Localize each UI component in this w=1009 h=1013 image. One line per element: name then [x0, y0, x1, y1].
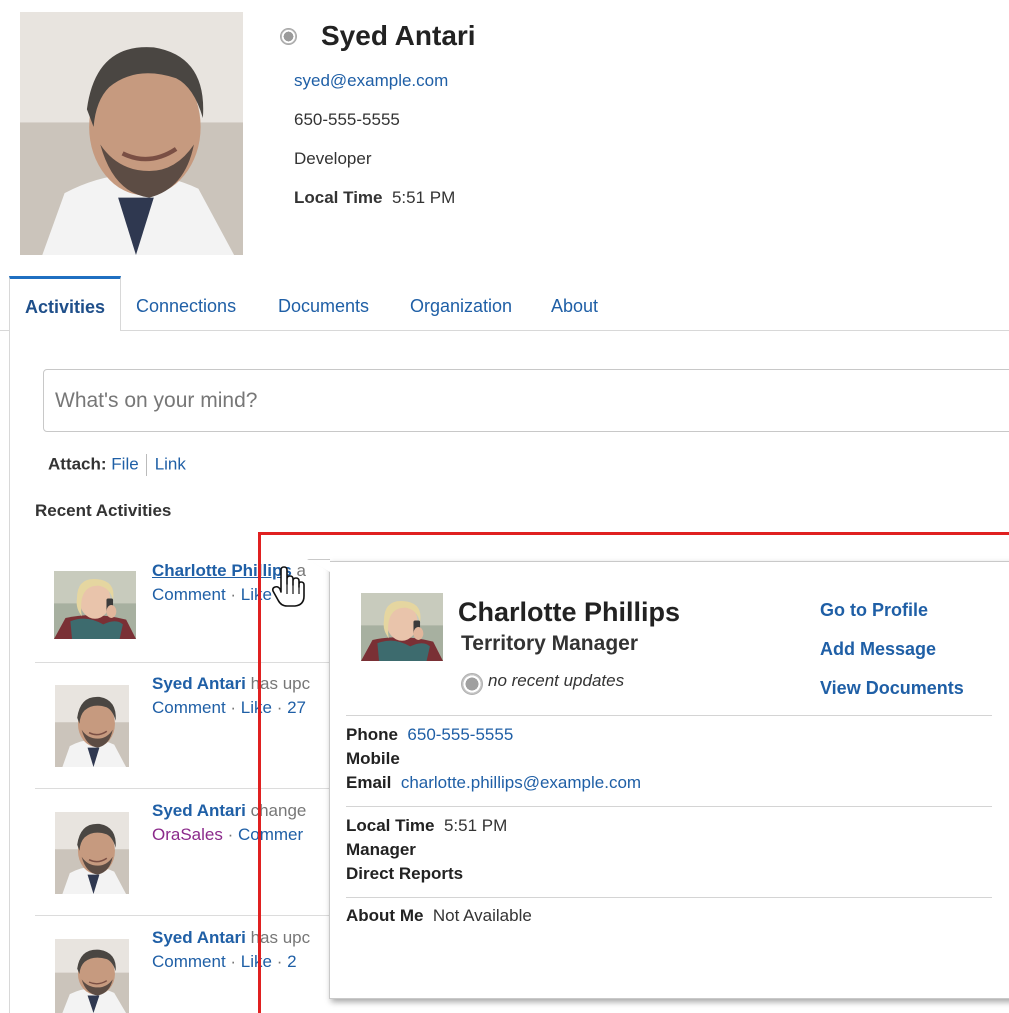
group-link[interactable]: OraSales: [152, 825, 223, 844]
attach-link-link[interactable]: Link: [155, 454, 186, 473]
view-documents-link[interactable]: View Documents: [820, 678, 964, 699]
tab-documents[interactable]: Documents: [278, 296, 369, 317]
comment-link[interactable]: Comment: [152, 952, 226, 971]
presence-status-icon: [280, 28, 297, 45]
attach-row: Attach: File Link: [48, 454, 186, 476]
go-to-profile-link[interactable]: Go to Profile: [820, 600, 928, 621]
about-label: About Me: [346, 906, 424, 925]
direct-reports-label: Direct Reports: [346, 864, 464, 883]
recent-activities-heading: Recent Activities: [35, 501, 172, 520]
activity-text: Syed Antari has upc Comment · Like · 27: [152, 674, 311, 717]
attach-label: Attach:: [48, 454, 107, 474]
comment-link[interactable]: Comment: [152, 585, 226, 604]
phone-value-link[interactable]: 650-555-5555: [407, 725, 513, 744]
status-update-input[interactable]: What's on your mind?: [43, 369, 1009, 432]
popup-avatar: [361, 593, 443, 661]
activity-avatar: [55, 939, 129, 1013]
like-link[interactable]: Like: [241, 698, 272, 717]
activity-avatar: [55, 685, 129, 767]
hand-pointer-cursor-icon: [270, 566, 306, 608]
profile-email-link[interactable]: syed@example.com: [294, 71, 448, 91]
highlight-outline-left: [258, 532, 261, 1013]
popup-name: Charlotte Phillips: [458, 597, 681, 627]
local-time-value: 5:51 PM: [443, 816, 508, 835]
popup-mobile-row: Mobile: [346, 749, 400, 769]
tab-organization[interactable]: Organization: [410, 296, 512, 317]
activity-avatar: [55, 812, 129, 894]
popup-direct-reports-row: Direct Reports: [346, 864, 463, 884]
local-time-label: Local Time: [294, 188, 383, 207]
add-message-link[interactable]: Add Message: [820, 639, 936, 660]
profile-title: Developer: [294, 149, 372, 168]
attach-divider: [145, 454, 147, 476]
tab-about[interactable]: About: [551, 296, 598, 317]
highlight-outline-top: [258, 532, 1009, 535]
popup-divider: [346, 806, 992, 807]
activity-actor-link[interactable]: Syed Antari: [152, 928, 246, 947]
popup-localtime-row: Local Time 5:51 PM: [346, 816, 507, 836]
local-time-value: 5:51 PM: [391, 188, 456, 207]
manager-label: Manager: [346, 840, 416, 859]
profile-name: Syed Antari: [321, 20, 476, 51]
comment-link[interactable]: Comment: [152, 698, 226, 717]
tab-bar: Connections Documents Organization About: [0, 276, 1009, 331]
activity-text: Syed Antari has upc Comment · Like · 2: [152, 928, 311, 971]
popup-divider: [346, 715, 992, 716]
phone-label: Phone: [346, 725, 398, 744]
popup-manager-row: Manager: [346, 840, 416, 860]
activity-actor-link[interactable]: Syed Antari: [152, 674, 246, 693]
about-value: Not Available: [432, 906, 532, 925]
like-link[interactable]: Like: [241, 952, 272, 971]
activity-text: Syed Antari change OraSales · Commer: [152, 801, 307, 844]
local-time-label: Local Time: [346, 816, 435, 835]
popup-email-row: Email charlotte.phillips@example.com: [346, 773, 641, 793]
email-value-link[interactable]: charlotte.phillips@example.com: [401, 773, 641, 792]
profile-photo: [20, 12, 243, 255]
tab-connections[interactable]: Connections: [136, 296, 236, 317]
attach-file-link[interactable]: File: [111, 454, 138, 473]
tab-activities[interactable]: Activities: [9, 276, 121, 331]
activity-actor-link[interactable]: Syed Antari: [152, 801, 246, 820]
popup-status-text: no recent updates: [488, 671, 625, 690]
popup-role: Territory Manager: [461, 632, 638, 655]
popup-phone-row: Phone 650-555-5555: [346, 725, 513, 745]
presence-status-icon: [461, 673, 483, 695]
profile-phone: 650-555-5555: [294, 110, 400, 129]
popup-divider: [346, 897, 992, 898]
profile-local-time: Local Time 5:51 PM: [294, 188, 455, 208]
mobile-label: Mobile: [346, 749, 400, 768]
like-link[interactable]: Like: [241, 585, 272, 604]
activity-avatar: [54, 571, 136, 639]
popup-pointer: [308, 560, 330, 572]
comment-link[interactable]: Commer: [238, 825, 303, 844]
email-label: Email: [346, 773, 392, 792]
like-count: 27: [287, 698, 307, 717]
popup-about-row: About Me Not Available: [346, 906, 532, 926]
like-count: 2: [287, 952, 297, 971]
